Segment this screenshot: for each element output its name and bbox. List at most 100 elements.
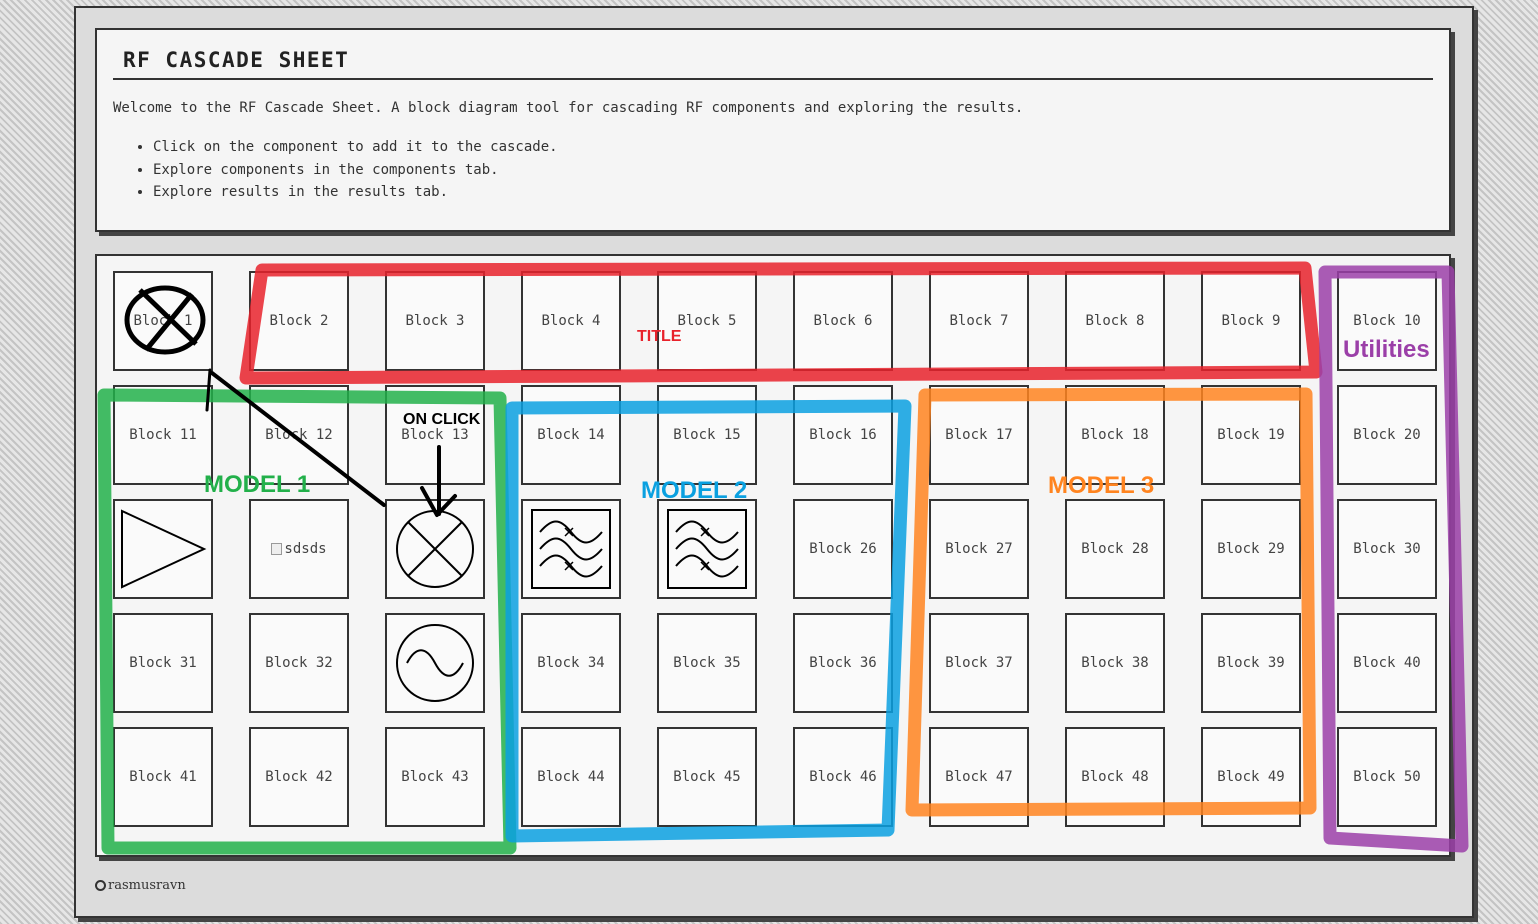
block-4[interactable]: Block 4 bbox=[521, 271, 621, 371]
block-49[interactable]: Block 49 bbox=[1201, 727, 1301, 827]
block-28[interactable]: Block 28 bbox=[1065, 499, 1165, 599]
block-label: Block 31 bbox=[129, 655, 197, 671]
block-label: Block 47 bbox=[945, 769, 1013, 785]
block-29[interactable]: Block 29 bbox=[1201, 499, 1301, 599]
block-1[interactable]: Block 1 bbox=[113, 271, 213, 371]
block-35[interactable]: Block 35 bbox=[657, 613, 757, 713]
block-label: Block 18 bbox=[1081, 427, 1149, 443]
block-26[interactable]: Block 26 bbox=[793, 499, 893, 599]
block-label: Block 9 bbox=[1221, 313, 1281, 329]
block-44[interactable]: Block 44 bbox=[521, 727, 621, 827]
block-30[interactable]: Block 30 bbox=[1337, 499, 1437, 599]
block-15[interactable]: Block 15 bbox=[657, 385, 757, 485]
block-label: Block 49 bbox=[1217, 769, 1285, 785]
block-50[interactable]: Block 50 bbox=[1337, 727, 1437, 827]
block-24[interactable] bbox=[521, 499, 621, 599]
block-label: Block 16 bbox=[809, 427, 877, 443]
block-label: Block 50 bbox=[1353, 769, 1421, 785]
block-9[interactable]: Block 9 bbox=[1201, 271, 1301, 371]
block-label: Block 4 bbox=[541, 313, 601, 329]
block-31[interactable]: Block 31 bbox=[113, 613, 213, 713]
block-25[interactable] bbox=[657, 499, 757, 599]
block-label: Block 34 bbox=[537, 655, 605, 671]
block-14[interactable]: Block 14 bbox=[521, 385, 621, 485]
block-27[interactable]: Block 27 bbox=[929, 499, 1029, 599]
utilities-annotation: Utilities bbox=[1343, 336, 1430, 363]
block-grid: Block 1 Block 2 Block 3 Block 4 Block 5 Block… bbox=[95, 254, 1451, 857]
block-36[interactable]: Block 36 bbox=[793, 613, 893, 713]
title-divider bbox=[113, 78, 1433, 80]
block-32[interactable]: Block 32 bbox=[249, 613, 349, 713]
block-38[interactable]: Block 38 bbox=[1065, 613, 1165, 713]
block-17[interactable]: Block 17 bbox=[929, 385, 1029, 485]
model1-annotation: MODEL 1 bbox=[204, 471, 311, 498]
block-label: Block 48 bbox=[1081, 769, 1149, 785]
block-5[interactable]: Block 5 bbox=[657, 271, 757, 371]
block-label: Block 5 bbox=[677, 313, 737, 329]
block-46[interactable]: Block 46 bbox=[793, 727, 893, 827]
block-6[interactable]: Block 6 bbox=[793, 271, 893, 371]
block-45[interactable]: Block 45 bbox=[657, 727, 757, 827]
block-41[interactable]: Block 41 bbox=[113, 727, 213, 827]
block-label: Block 14 bbox=[537, 427, 605, 443]
model3-annotation: MODEL 3 bbox=[1048, 472, 1155, 499]
github-icon bbox=[95, 880, 106, 891]
block-label: Block 3 bbox=[405, 313, 465, 329]
block-label: Block 19 bbox=[1217, 427, 1285, 443]
block-42[interactable]: Block 42 bbox=[249, 727, 349, 827]
block-37[interactable]: Block 37 bbox=[929, 613, 1029, 713]
block-19[interactable]: Block 19 bbox=[1201, 385, 1301, 485]
block-8[interactable]: Block 8 bbox=[1065, 271, 1165, 371]
block-label: Block 42 bbox=[265, 769, 333, 785]
block-2[interactable]: Block 2 bbox=[249, 271, 349, 371]
block-label: Block 43 bbox=[401, 769, 469, 785]
block-label: Block 11 bbox=[129, 427, 197, 443]
block-label: Block 27 bbox=[945, 541, 1013, 557]
block-label: Block 7 bbox=[949, 313, 1009, 329]
block-label: Block 40 bbox=[1353, 655, 1421, 671]
block-20[interactable]: Block 20 bbox=[1337, 385, 1437, 485]
block-34[interactable]: Block 34 bbox=[521, 613, 621, 713]
on-click-annotation: ON CLICK bbox=[403, 411, 481, 428]
block-label: Block 38 bbox=[1081, 655, 1149, 671]
instructions-list: Click on the component to add it to the … bbox=[153, 136, 558, 204]
block-16[interactable]: Block 16 bbox=[793, 385, 893, 485]
block-label: Block 41 bbox=[129, 769, 197, 785]
block-label: Block 36 bbox=[809, 655, 877, 671]
block-47[interactable]: Block 47 bbox=[929, 727, 1029, 827]
block-11[interactable]: Block 11 bbox=[113, 385, 213, 485]
block-39[interactable]: Block 39 bbox=[1201, 613, 1301, 713]
block-label: Block 13 bbox=[401, 427, 469, 443]
bandpass-filter-icon bbox=[664, 506, 750, 592]
block-label: Block 26 bbox=[809, 541, 877, 557]
welcome-text: Welcome to the RF Cascade Sheet. A block… bbox=[113, 100, 1024, 116]
block-label: Block 17 bbox=[945, 427, 1013, 443]
block-21[interactable] bbox=[113, 499, 213, 599]
block-label: Block 44 bbox=[537, 769, 605, 785]
block-18[interactable]: Block 18 bbox=[1065, 385, 1165, 485]
block-23[interactable] bbox=[385, 499, 485, 599]
footer[interactable]: rasmusravn bbox=[95, 878, 186, 893]
block-label: Block 29 bbox=[1217, 541, 1285, 557]
block-label: Block 35 bbox=[673, 655, 741, 671]
instruction-item: Explore results in the results tab. bbox=[153, 181, 558, 204]
block-7[interactable]: Block 7 bbox=[929, 271, 1029, 371]
footer-username: rasmusravn bbox=[108, 878, 186, 893]
block-33[interactable] bbox=[385, 613, 485, 713]
block-13[interactable]: Block 13 bbox=[385, 385, 485, 485]
block-40[interactable]: Block 40 bbox=[1337, 613, 1437, 713]
instruction-item: Click on the component to add it to the … bbox=[153, 136, 558, 159]
crossed-out-mixer-icon bbox=[120, 278, 206, 364]
instruction-item: Explore components in the components tab… bbox=[153, 159, 558, 182]
block-label: Block 2 bbox=[269, 313, 329, 329]
block-22[interactable]: sdsds bbox=[249, 499, 349, 599]
block-12[interactable]: Block 12 bbox=[249, 385, 349, 485]
block-label: Block 8 bbox=[1085, 313, 1145, 329]
block-3[interactable]: Block 3 bbox=[385, 271, 485, 371]
block-label: Block 6 bbox=[813, 313, 873, 329]
block-label: Block 15 bbox=[673, 427, 741, 443]
block-48[interactable]: Block 48 bbox=[1065, 727, 1165, 827]
block-label: Block 30 bbox=[1353, 541, 1421, 557]
intro-panel: RF CASCADE SHEET Welcome to the RF Casca… bbox=[95, 28, 1451, 232]
block-43[interactable]: Block 43 bbox=[385, 727, 485, 827]
